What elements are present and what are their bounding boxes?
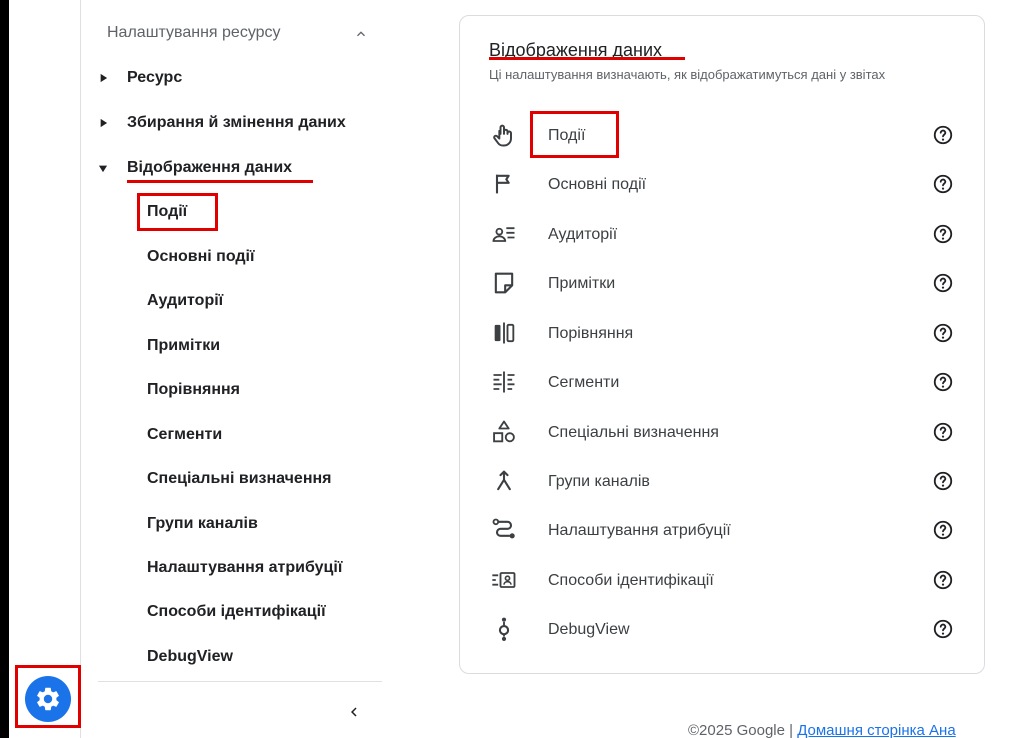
highlight-underline-title xyxy=(489,57,685,60)
highlight-box-sidebar-events xyxy=(137,193,218,231)
footer-copyright: ©2025 Google | xyxy=(688,722,798,738)
row-attribution-settings[interactable]: Налаштування атрибуції xyxy=(548,522,731,540)
row-comparisons[interactable]: Порівняння xyxy=(548,325,633,343)
footer: ©2025 Google | Домашня сторінка Ана xyxy=(688,722,956,738)
section-title[interactable]: Налаштування ресурсу xyxy=(107,24,281,42)
sidebar-item-audiences[interactable]: Аудиторії xyxy=(147,292,223,310)
caret-right-icon xyxy=(100,118,108,128)
note-icon xyxy=(494,272,514,294)
row-custom-definitions[interactable]: Спеціальні визначення xyxy=(548,424,719,442)
help-icon[interactable] xyxy=(932,124,954,146)
sidebar-item-comparisons[interactable]: Порівняння xyxy=(147,381,240,399)
route-icon xyxy=(492,518,515,539)
flag-icon xyxy=(495,174,510,194)
window-left-border xyxy=(0,0,9,738)
sidebar-item-annotations[interactable]: Примітки xyxy=(147,337,220,355)
merge-icon xyxy=(497,470,511,491)
card-description: Ці налаштування визначають, як відобража… xyxy=(489,67,886,82)
sidebar-item-segments[interactable]: Сегменти xyxy=(147,426,222,444)
row-segments[interactable]: Сегменти xyxy=(548,374,619,392)
compare-icon xyxy=(494,322,515,344)
row-debugview[interactable]: DebugView xyxy=(548,621,630,639)
help-icon[interactable] xyxy=(932,272,954,294)
tree-item-data-collection[interactable]: Збирання й змінення даних xyxy=(96,114,346,132)
sidebar-item-attribution-settings[interactable]: Налаштування атрибуції xyxy=(147,559,342,577)
sidebar-item-channel-groups[interactable]: Групи каналів xyxy=(147,515,258,533)
audience-icon xyxy=(492,227,515,242)
debug-icon xyxy=(498,617,510,642)
footer-home-link[interactable]: Домашня сторінка Ана xyxy=(797,722,955,738)
highlight-underline-sidebar xyxy=(127,180,313,183)
sidebar-item-debugview[interactable]: DebugView xyxy=(147,648,233,666)
shapes-icon xyxy=(493,420,515,443)
highlight-box-events xyxy=(530,111,619,158)
segment-icon xyxy=(493,371,515,393)
tree-item-data-display[interactable]: Відображення даних xyxy=(96,159,292,177)
help-icon[interactable] xyxy=(932,322,954,344)
help-icon[interactable] xyxy=(932,223,954,245)
row-reporting-identity[interactable]: Способи ідентифікації xyxy=(548,572,714,590)
row-annotations[interactable]: Примітки xyxy=(548,275,615,293)
nav-rail xyxy=(9,0,81,738)
caret-right-icon xyxy=(100,73,108,83)
caret-down-icon xyxy=(98,165,108,173)
tree-item-label: Ресурс xyxy=(127,69,183,86)
help-icon[interactable] xyxy=(932,569,954,591)
sidebar-item-reporting-identity[interactable]: Способи ідентифікації xyxy=(147,603,326,621)
sidebar-item-key-events[interactable]: Основні події xyxy=(147,248,255,266)
chevron-left-icon[interactable] xyxy=(345,703,363,721)
row-channel-groups[interactable]: Групи каналів xyxy=(548,473,650,491)
tree-item-label: Відображення даних xyxy=(127,159,293,176)
help-icon[interactable] xyxy=(932,470,954,492)
row-key-events[interactable]: Основні події xyxy=(548,176,646,194)
sidebar-divider xyxy=(98,681,382,682)
row-audiences[interactable]: Аудиторії xyxy=(548,226,617,244)
sidebar-item-custom-definitions[interactable]: Спеціальні визначення xyxy=(147,470,332,488)
chevron-up-icon[interactable] xyxy=(353,26,369,42)
tree-item-label: Збирання й змінення даних xyxy=(127,114,346,131)
help-icon[interactable] xyxy=(932,618,954,640)
id-icon xyxy=(492,572,516,588)
help-icon[interactable] xyxy=(932,371,954,393)
highlight-box-gear xyxy=(15,665,81,728)
touch-icon xyxy=(493,124,512,147)
help-icon[interactable] xyxy=(932,519,954,541)
tree-item-resource[interactable]: Ресурс xyxy=(96,69,182,87)
help-icon[interactable] xyxy=(932,173,954,195)
help-icon[interactable] xyxy=(932,421,954,443)
